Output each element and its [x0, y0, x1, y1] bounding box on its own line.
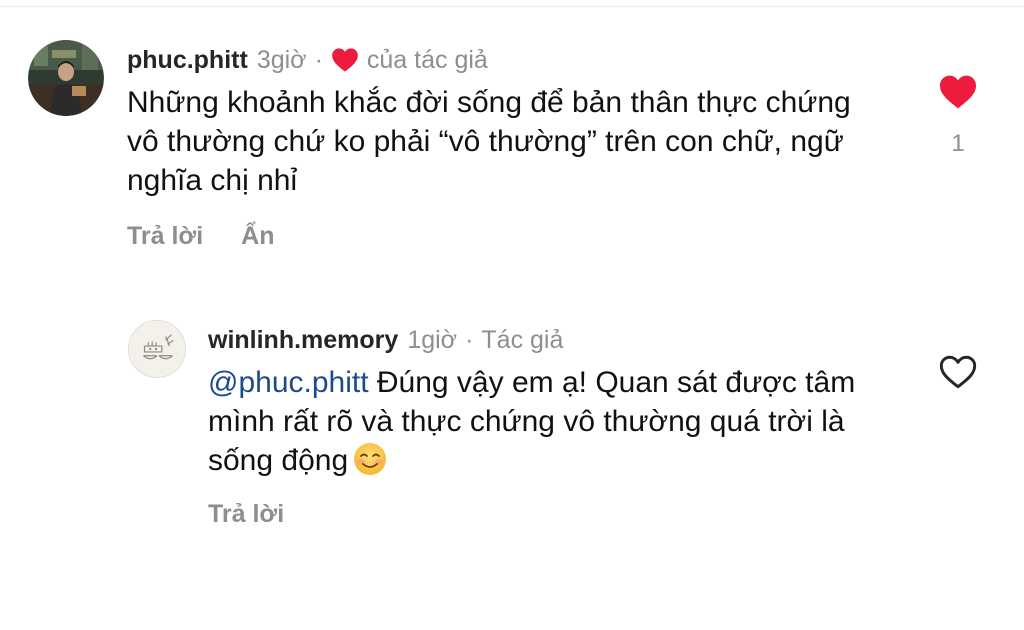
mention-link[interactable]: @phuc.phitt: [208, 366, 369, 399]
avatar-photo: [28, 40, 104, 116]
heart-outline-icon[interactable]: [938, 354, 978, 390]
timestamp: 3giờ: [256, 45, 307, 74]
reply-button[interactable]: Trả lời: [208, 500, 284, 529]
comment-meta: phuc.phitt 3giờ · của tác giả: [127, 40, 887, 80]
author-tag: Tác giả: [481, 325, 564, 354]
author-like-label: của tác giả: [366, 45, 488, 74]
hide-button[interactable]: Ẩn: [241, 222, 274, 251]
avatar[interactable]: [28, 40, 104, 116]
author-liked-heart-icon: [331, 47, 359, 73]
reply-button[interactable]: Trả lời: [127, 222, 203, 251]
reply-meta: winlinh.memory 1giờ · Tác giả: [208, 320, 908, 360]
like-column: [936, 354, 980, 390]
heart-filled-icon[interactable]: [938, 74, 978, 110]
smiling-face-icon: [352, 441, 388, 477]
like-column: 1: [936, 74, 980, 158]
reply-text: @phuc.phitt Đúng vậy em ạ! Quan sát được…: [208, 363, 888, 480]
avatar[interactable]: [128, 320, 186, 378]
comment-body: phuc.phitt 3giờ · của tác giả Những khoả…: [127, 40, 887, 251]
username[interactable]: winlinh.memory: [208, 326, 398, 355]
comment-text: Những khoảnh khắc đời sống để bản thân t…: [127, 86, 851, 197]
comments-page: phuc.phitt 3giờ · của tác giả Những khoả…: [0, 0, 1024, 630]
top-divider: [0, 6, 1024, 7]
reply-body: winlinh.memory 1giờ · Tác giả @phuc.phit…: [208, 320, 908, 529]
reply-actions: Trả lời: [208, 500, 908, 529]
like-count[interactable]: 1: [936, 130, 980, 158]
username[interactable]: phuc.phitt: [127, 46, 248, 75]
separator-dot: ·: [314, 45, 323, 74]
avatar-logo: [129, 321, 185, 377]
separator-dot: ·: [465, 325, 474, 354]
timestamp: 1giờ: [407, 325, 458, 354]
comment-actions: Trả lời Ẩn: [127, 222, 887, 251]
